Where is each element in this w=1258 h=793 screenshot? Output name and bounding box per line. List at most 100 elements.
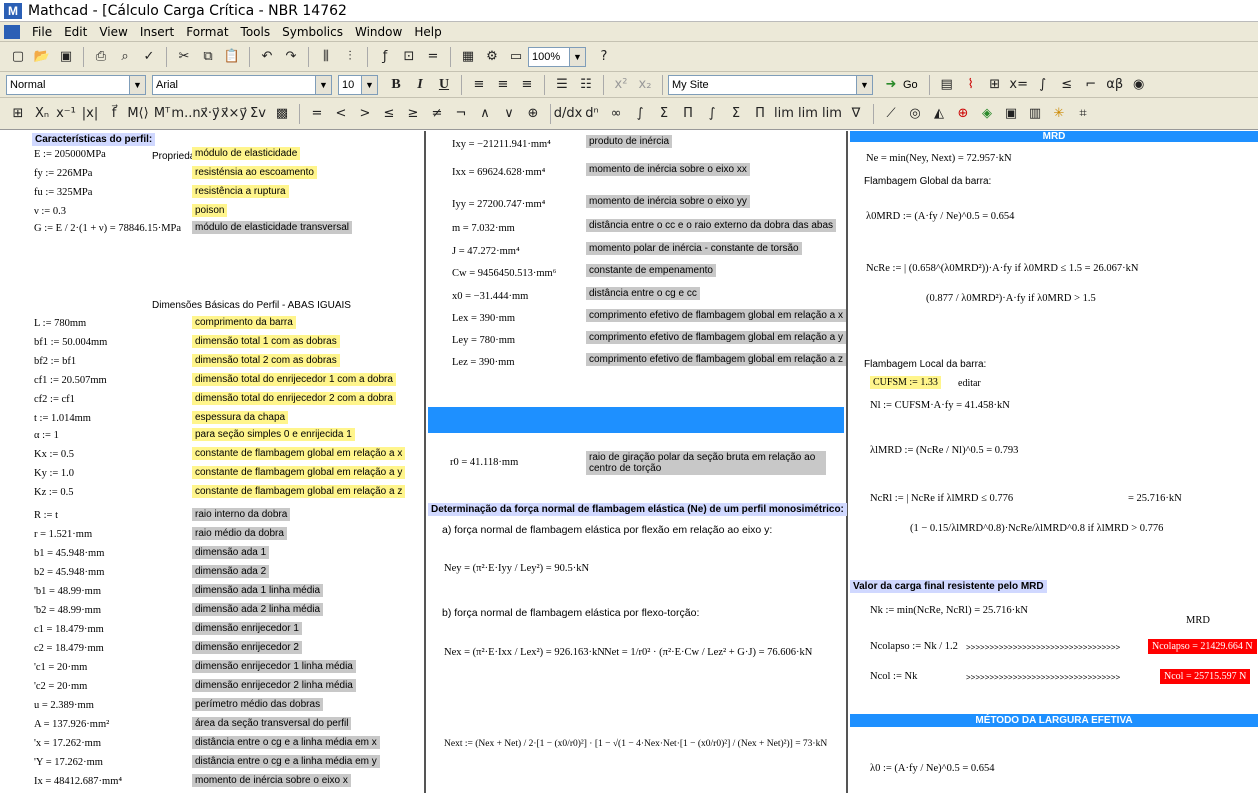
limit-icon[interactable]: lim [774, 104, 794, 124]
cut-icon[interactable]: ✂ [174, 47, 194, 67]
xor-icon[interactable]: ⊕ [523, 104, 543, 124]
math-definition[interactable]: 'x = 17.262·mm [34, 738, 101, 749]
align-center-icon[interactable]: ≡ [493, 75, 513, 95]
chevron-down-icon[interactable]: ▼ [856, 75, 872, 94]
math-nl[interactable]: Nl := CUFSM·A·fy = 41.458·kN [870, 400, 1010, 411]
open-icon[interactable]: 📂 [32, 47, 52, 67]
transpose-icon[interactable]: Mᵀ [152, 104, 172, 124]
evaluation-toolbar-icon[interactable]: x= [1009, 75, 1029, 95]
superscript-op-icon[interactable]: M⟨⟩ [127, 104, 148, 124]
chevron-down-icon[interactable]: ▼ [129, 75, 145, 94]
range-product-icon[interactable]: Π [750, 104, 770, 124]
math-definition[interactable]: R := t [34, 510, 58, 521]
math-definition[interactable]: Kx := 0.5 [34, 449, 74, 460]
contour-plot-icon[interactable]: ⊕ [953, 104, 973, 124]
math-lambda0[interactable]: λ0 := (A·fy / Ne)^0.5 = 0.654 [870, 763, 995, 774]
math-ney[interactable]: Ney = (π²·E·Iyy / Ley²) = 90.5·kN [444, 563, 589, 574]
matrix-insert-icon[interactable]: ⊞ [8, 104, 28, 124]
math-definition[interactable]: G := E / 2·(1 + ν) = 78846.15·MPa [34, 223, 181, 234]
math-definition[interactable]: Lex = 390·mm [452, 313, 515, 324]
math-ncre-case1[interactable]: NcRe := | (0.658^(λ0MRD²))·A·fy if λ0MRD… [866, 263, 1138, 274]
spellcheck-icon[interactable]: ✓ [139, 47, 159, 67]
math-lambdalmrd[interactable]: λlMRD := (NcRe / Nl)^0.5 = 0.793 [870, 445, 1018, 456]
math-definition[interactable]: fu := 325MPa [34, 187, 92, 198]
align-right-icon[interactable]: ≡ [517, 75, 537, 95]
math-ncolapso[interactable]: Ncolapso := Nk / 1.2 [870, 641, 958, 652]
math-definition[interactable]: 'Y = 17.262·mm [34, 757, 103, 768]
bullets-icon[interactable]: ☰ [552, 75, 572, 95]
math-definition[interactable]: Kz := 0.5 [34, 487, 73, 498]
chevron-down-icon[interactable]: ▼ [315, 75, 331, 94]
menu-file[interactable]: File [26, 25, 58, 39]
vector-field-icon[interactable]: ▣ [1001, 104, 1021, 124]
math-nk[interactable]: Nk := min(NcRe, NcRl) = 25.716·kN [870, 605, 1028, 616]
less-than-icon[interactable]: < [331, 104, 351, 124]
subscript-op-icon[interactable]: Xₙ [32, 104, 52, 124]
math-ne[interactable]: Ne = min(Ney, Next) = 72.957·kN [866, 153, 1012, 164]
math-definition[interactable]: x0 = −31.444·mm [452, 291, 528, 302]
superscript-icon[interactable]: x² [611, 75, 631, 95]
menu-view[interactable]: View [93, 25, 133, 39]
print-icon[interactable]: ⎙ [91, 47, 111, 67]
summation-icon[interactable]: Σ [654, 104, 674, 124]
math-definition[interactable]: ν := 0.3 [34, 206, 66, 217]
math-definition[interactable]: E := 205000MPa [34, 149, 106, 160]
math-net[interactable]: Net = 1/r0² · (π²·E·Cw / Lez² + G·J) = 7… [604, 647, 812, 658]
menu-insert[interactable]: Insert [134, 25, 180, 39]
math-definition[interactable]: α := 1 [34, 430, 59, 441]
chevron-down-icon[interactable]: ▼ [361, 75, 377, 94]
scatter-3d-icon[interactable]: ◈ [977, 104, 997, 124]
indefinite-integral-icon[interactable]: ∫ [702, 104, 722, 124]
greater-equal-icon[interactable]: ≥ [403, 104, 423, 124]
equals-icon[interactable]: = [307, 104, 327, 124]
not-icon[interactable]: ¬ [451, 104, 471, 124]
math-definition[interactable]: m = 7.032·mm [452, 223, 515, 234]
math-ncrl-case2[interactable]: (1 − 0.15/λlMRD^0.8)·NcRe/λlMRD^0.8 if λ… [910, 523, 1163, 534]
math-definition[interactable]: bf2 := bf1 [34, 356, 76, 367]
italic-icon[interactable]: I [410, 75, 430, 95]
align-across-icon[interactable]: ⫼ [316, 47, 336, 67]
preview-icon[interactable]: ⌕ [115, 47, 135, 67]
math-nex[interactable]: Nex = (π²·E·Ixx / Lex²) = 926.163·kN [444, 647, 605, 658]
determinant-icon[interactable]: |x| [80, 104, 100, 124]
chevron-down-icon[interactable]: ▼ [569, 47, 585, 66]
vectorize-icon[interactable]: f⃗ [104, 104, 124, 124]
graph-toolbar-icon[interactable]: ⌇ [961, 75, 981, 95]
derivative-icon[interactable]: d/dx [554, 104, 583, 124]
math-definition[interactable]: c1 = 18.479·mm [34, 624, 104, 635]
math-definition[interactable]: Lez = 390·mm [452, 357, 515, 368]
programming-toolbar-icon[interactable]: ⌐ [1081, 75, 1101, 95]
sum-icon[interactable]: Σv [248, 104, 268, 124]
menu-help[interactable]: Help [408, 25, 447, 39]
math-ncre-case2[interactable]: (0.877 / λ0MRD²)·A·fy if λ0MRD > 1.5 [926, 293, 1096, 304]
bold-icon[interactable]: B [386, 75, 406, 95]
math-definition[interactable]: Ley = 780·mm [452, 335, 515, 346]
and-icon[interactable]: ∧ [475, 104, 495, 124]
range-sum-icon[interactable]: Σ [726, 104, 746, 124]
not-equal-icon[interactable]: ≠ [427, 104, 447, 124]
or-icon[interactable]: ∨ [499, 104, 519, 124]
xy-plot-icon[interactable]: ⟋ [881, 104, 901, 124]
greek-toolbar-icon[interactable]: αβ [1105, 75, 1125, 95]
math-next[interactable]: Next := (Nex + Net) / 2·[1 − (x0/r0)²] ·… [444, 739, 827, 749]
help-icon[interactable]: ? [594, 47, 614, 67]
matrix-toolbar-icon[interactable]: ⊞ [985, 75, 1005, 95]
math-ncrl-value[interactable]: = 25.716·kN [1128, 493, 1182, 504]
calculate-icon[interactable]: = [423, 47, 443, 67]
numbering-icon[interactable]: ☷ [576, 75, 596, 95]
math-definition[interactable]: L := 780mm [34, 318, 86, 329]
math-definition[interactable]: 'c1 = 20·mm [34, 662, 87, 673]
math-definition[interactable]: b2 = 45.948·mm [34, 567, 104, 578]
math-definition[interactable]: Ixy = −21211.941·mm⁴ [452, 139, 551, 150]
surface-plot-icon[interactable]: ◭ [929, 104, 949, 124]
math-definition[interactable]: J = 47.272·mm⁴ [452, 246, 520, 257]
menu-window[interactable]: Window [349, 25, 408, 39]
boolean-toolbar-icon[interactable]: ≤ [1057, 75, 1077, 95]
math-definition[interactable]: c2 = 18.479·mm [34, 643, 104, 654]
paste-icon[interactable]: 📋 [222, 47, 242, 67]
undo-icon[interactable]: ↶ [257, 47, 277, 67]
menu-symbolics[interactable]: Symbolics [276, 25, 349, 39]
cross-product-icon[interactable]: x⃗×y⃗ [221, 104, 247, 124]
math-definition[interactable]: Ixx = 69624.628·mm⁴ [452, 167, 545, 178]
site-select[interactable]: My Site ▼ [668, 74, 873, 95]
